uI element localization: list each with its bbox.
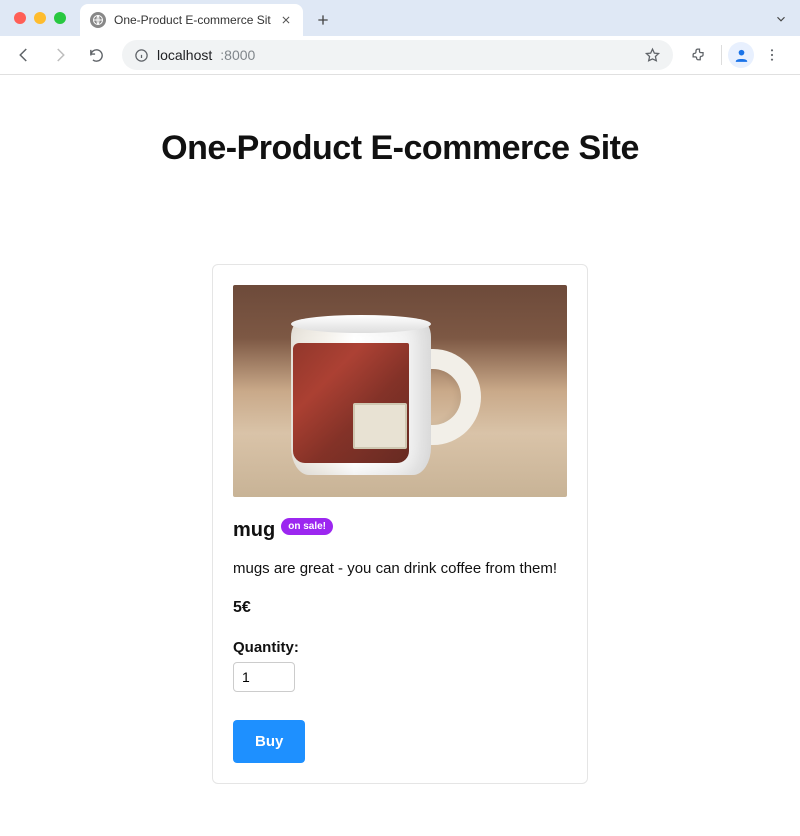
url-host: localhost [157,47,212,63]
product-card: mug on sale! mugs are great - you can dr… [212,264,588,784]
tab-title: One-Product E-commerce Sit [114,13,271,27]
window-minimize-button[interactable] [34,12,46,24]
new-tab-button[interactable] [309,6,337,34]
product-name: mug [233,519,275,542]
quantity-label: Quantity: [233,639,567,656]
tab-bar: One-Product E-commerce Sit [0,0,800,36]
page-title: One-Product E-commerce Site [161,129,639,168]
quantity-input[interactable] [233,662,295,692]
toolbar-divider [721,45,722,65]
globe-icon [90,12,106,28]
star-icon[interactable] [644,47,661,64]
buy-button[interactable]: Buy [233,720,305,763]
window-maximize-button[interactable] [54,12,66,24]
sale-badge: on sale! [281,518,333,535]
product-image [233,285,567,497]
site-info-icon[interactable] [134,48,149,63]
profile-avatar[interactable] [728,42,754,68]
toolbar: localhost :8000 [0,36,800,74]
kebab-menu-icon[interactable] [756,39,788,71]
extensions-icon[interactable] [683,39,715,71]
back-button[interactable] [8,39,40,71]
browser-tab[interactable]: One-Product E-commerce Sit [80,4,303,36]
product-description: mugs are great - you can drink coffee fr… [233,560,567,577]
chevron-down-icon[interactable] [772,10,790,28]
reload-button[interactable] [80,39,112,71]
window-controls [14,12,66,24]
toolbar-right [683,39,792,71]
forward-button[interactable] [44,39,76,71]
url-port: :8000 [220,47,255,63]
page-content: One-Product E-commerce Site mug on sale!… [0,75,800,784]
product-header: mug on sale! [233,519,567,542]
browser-chrome: One-Product E-commerce Sit localhost :800… [0,0,800,75]
close-icon[interactable] [279,13,293,27]
product-price: 5€ [233,599,567,617]
address-bar[interactable]: localhost :8000 [122,40,673,70]
window-close-button[interactable] [14,12,26,24]
